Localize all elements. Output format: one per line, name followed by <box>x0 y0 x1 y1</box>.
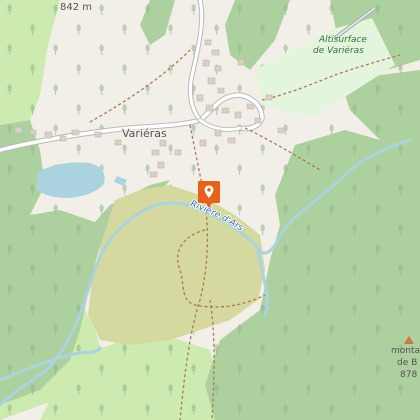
peak-label-line2: de B <box>397 358 417 368</box>
airfield-label-line2: de Variéras <box>313 45 364 56</box>
map-view[interactable]: 842 m Variéras Altisurface de Variéras R… <box>0 0 420 420</box>
peak-label-line1: monta <box>391 346 420 356</box>
peak-label-line3: 878 <box>400 370 417 380</box>
village-label: Variéras <box>122 127 167 140</box>
airfield-label-line1: Altisurface <box>318 35 367 45</box>
elevation-label: 842 m <box>60 2 92 13</box>
map-canvas[interactable]: 842 m Variéras Altisurface de Variéras R… <box>0 0 420 420</box>
marker-pin-dot <box>207 188 211 192</box>
